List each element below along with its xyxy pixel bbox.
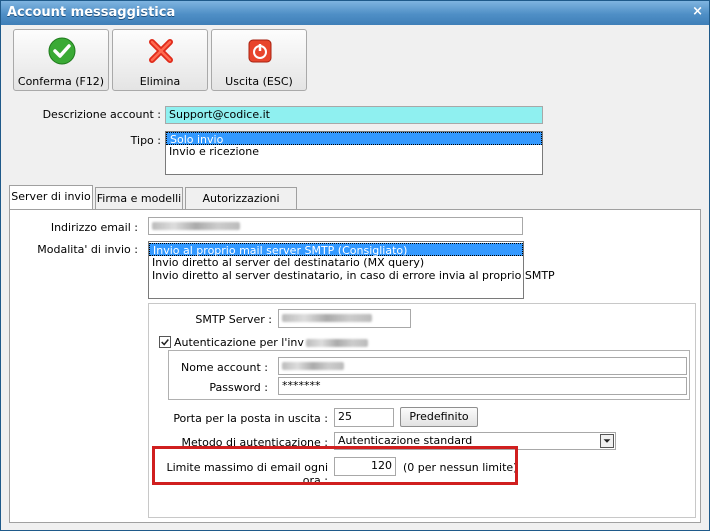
x-icon [149, 39, 173, 63]
account-name-label: Nome account : [181, 361, 268, 374]
redacted-auth-text [305, 339, 368, 347]
highlight-box [152, 446, 518, 485]
mode-option[interactable]: Invio diretto al server del destinatario… [149, 256, 523, 269]
auth-check-label: Autenticazione per l'inv [174, 336, 368, 349]
redacted-email [152, 222, 240, 230]
account-window: Account messaggistica × Conferma (F12) E… [0, 0, 710, 531]
description-field[interactable]: Support@codice.it [165, 106, 543, 124]
chevron-down-icon[interactable] [600, 434, 614, 448]
auth-check-text: Autenticazione per l'inv [174, 336, 304, 349]
tab-server-di-invio[interactable]: Server di invio [9, 185, 93, 209]
type-label: Tipo : [130, 134, 161, 147]
smtp-server-label: SMTP Server : [195, 313, 272, 326]
description-label: Descrizione account : [42, 108, 161, 121]
email-label: Indirizzo email : [50, 221, 138, 234]
type-option-selected[interactable]: Solo invio [166, 132, 542, 146]
port-field[interactable]: 25 [334, 408, 394, 427]
exit-button[interactable]: Uscita (ESC) [211, 29, 307, 91]
tab-autorizzazioni-utenti[interactable]: Autorizzazioni utenti [185, 187, 297, 227]
smtp-server-field[interactable] [278, 309, 411, 328]
server-tab-panel: Indirizzo email : Modalita' di invio : I… [9, 209, 701, 523]
title-bar[interactable]: Account messaggistica × [1, 1, 709, 25]
confirm-label: Conferma (F12) [17, 75, 105, 88]
tab-firma-e-modelli[interactable]: Firma e modelli [95, 187, 183, 209]
redacted-account [282, 362, 344, 370]
exit-label: Uscita (ESC) [225, 75, 293, 88]
email-field[interactable] [148, 217, 523, 235]
redacted-smtp [282, 314, 372, 322]
password-field[interactable]: ******* [278, 377, 687, 395]
close-icon[interactable]: × [692, 4, 703, 19]
type-list[interactable]: Solo invio Invio e ricezione [165, 131, 543, 175]
default-button[interactable]: Predefinito [400, 407, 478, 427]
delete-label: Elimina [139, 75, 181, 88]
port-label: Porta per la posta in uscita : [173, 412, 328, 425]
mode-list[interactable]: Invio al proprio mail server SMTP (Consi… [148, 241, 555, 299]
checkmark-icon [161, 339, 169, 346]
auth-checkbox[interactable] [159, 336, 171, 348]
password-label: Password : [209, 381, 268, 394]
delete-button[interactable]: Elimina [112, 29, 208, 91]
confirm-button[interactable]: Conferma (F12) [13, 29, 109, 91]
type-option[interactable]: Invio e ricezione [166, 145, 542, 158]
mode-option-selected[interactable]: Invio al proprio mail server SMTP (Consi… [149, 243, 523, 257]
power-icon [248, 39, 272, 63]
mode-label: Modalita' di invio : [37, 243, 138, 256]
account-name-field[interactable] [278, 357, 687, 375]
window-title: Account messaggistica [7, 5, 176, 20]
mode-option[interactable]: Invio diretto al server destinatario, in… [149, 269, 555, 282]
check-icon [48, 37, 76, 65]
